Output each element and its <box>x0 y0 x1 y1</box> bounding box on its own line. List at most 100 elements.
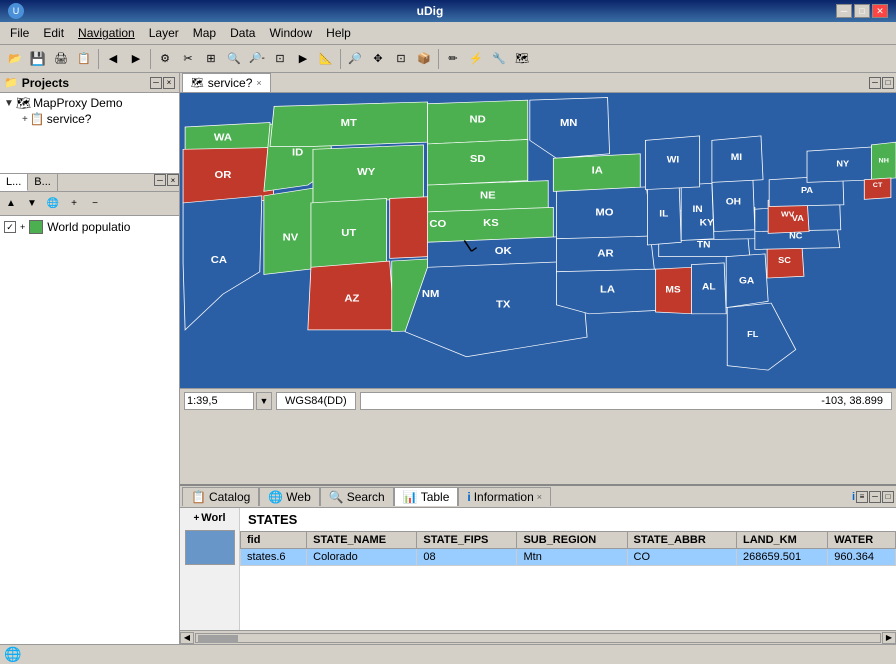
label-NY: NY <box>836 159 849 168</box>
print-btn[interactable]: 🖨 <box>50 48 72 70</box>
style-btn[interactable]: ⚡ <box>465 48 487 70</box>
search-map-btn[interactable]: 🔎 <box>344 48 366 70</box>
table-label: Table <box>421 490 450 504</box>
layers-close-btn[interactable]: × <box>167 174 179 186</box>
bottom-minimize-btn[interactable]: ─ <box>869 491 881 503</box>
tab-layers[interactable]: L... <box>0 174 28 191</box>
info-tab-close[interactable]: × <box>537 492 542 502</box>
map-tab-service[interactable]: 🗺 service? × <box>182 73 271 92</box>
bottom-maximize-btn[interactable]: □ <box>882 491 894 503</box>
save-btn[interactable]: 💾 <box>27 48 49 70</box>
bottom-panel-controls[interactable]: i ≡ ─ □ <box>852 491 894 503</box>
tab-bookmarks[interactable]: B... <box>28 174 58 191</box>
layers-content: ✓ + World populatio <box>0 216 179 644</box>
menu-file[interactable]: File <box>4 24 35 42</box>
new-btn[interactable]: 📂 <box>4 48 26 70</box>
map-tab-close[interactable]: × <box>256 78 261 88</box>
h-scroll-track[interactable] <box>195 633 881 643</box>
map-tab-label: service? <box>208 76 253 90</box>
projects-controls[interactable]: ─ × <box>150 77 175 89</box>
cell-state-fips: 08 <box>417 549 517 566</box>
label-IA: IA <box>592 165 604 176</box>
menu-window[interactable]: Window <box>263 24 318 42</box>
menu-layer[interactable]: Layer <box>143 24 185 42</box>
play-btn[interactable]: ▶ <box>292 48 314 70</box>
us-map-svg[interactable]: WA OR CA NV ID MT WY UT AZ NM CO ND SD N… <box>180 93 896 388</box>
zoom-in-btn[interactable]: 🔍 <box>223 48 245 70</box>
h-scroll-thumb[interactable] <box>198 635 238 643</box>
menu-map[interactable]: Map <box>187 24 222 42</box>
scale-dropdown[interactable]: ▼ <box>256 392 272 410</box>
projects-close-btn[interactable]: × <box>163 77 175 89</box>
expand-icon-service: + <box>22 114 28 125</box>
col-water[interactable]: WATER <box>828 532 896 549</box>
col-state-abbr[interactable]: STATE_ABBR <box>627 532 736 549</box>
layer-web-btn[interactable]: 🌐 <box>43 194 63 214</box>
main-layout: 📁 Projects ─ × ▼ 🗺 MapProxy Demo + 📋 se <box>0 73 896 644</box>
menu-data[interactable]: Data <box>224 24 261 42</box>
label-ID: ID <box>292 147 304 158</box>
settings-btn[interactable]: ⚙ <box>154 48 176 70</box>
layer-add-btn[interactable]: + <box>64 194 84 214</box>
layer-up-btn[interactable]: ▲ <box>1 194 21 214</box>
copy-btn[interactable]: 📋 <box>73 48 95 70</box>
projects-minimize-btn[interactable]: ─ <box>150 77 162 89</box>
cut-btn[interactable]: ✂ <box>177 48 199 70</box>
zoom-sel-btn[interactable]: ⊡ <box>269 48 291 70</box>
scroll-left-btn[interactable]: ◀ <box>180 632 194 644</box>
layers-minimize-btn[interactable]: ─ <box>154 174 166 186</box>
world-expand-icon[interactable]: + <box>193 513 199 524</box>
tree-item-mapproxy[interactable]: ▼ 🗺 MapProxy Demo <box>2 95 177 111</box>
close-btn[interactable]: ✕ <box>872 4 888 18</box>
world-thumbnail[interactable]: + Worl <box>180 508 240 630</box>
scale-input[interactable] <box>184 392 254 410</box>
label-PA: PA <box>801 186 813 195</box>
menu-edit[interactable]: Edit <box>37 24 70 42</box>
label-AL: AL <box>702 282 716 292</box>
zoom-out-btn[interactable]: 🔎- <box>246 48 268 70</box>
edit-geom-btn[interactable]: ✏ <box>442 48 464 70</box>
col-state-name[interactable]: STATE_NAME <box>307 532 417 549</box>
bottom-scrollbar[interactable]: ◀ ▶ <box>180 630 896 644</box>
pan-btn[interactable]: ✥ <box>367 48 389 70</box>
scale-control[interactable]: ▼ <box>184 392 272 410</box>
tab-table[interactable]: 📊 Table <box>394 487 459 506</box>
tab-search[interactable]: 🔍 Search <box>320 487 394 506</box>
layer-expand-icon[interactable]: + <box>20 222 25 232</box>
layer-down-btn[interactable]: ▼ <box>22 194 42 214</box>
forward-btn[interactable]: ▶ <box>125 48 147 70</box>
layer-remove-btn[interactable]: − <box>85 194 105 214</box>
col-state-fips[interactable]: STATE_FIPS <box>417 532 517 549</box>
layer-world-pop[interactable]: ✓ + World populatio <box>2 218 177 236</box>
map-maximize-btn[interactable]: □ <box>882 77 894 89</box>
maximize-btn[interactable]: □ <box>854 4 870 18</box>
layer-checkbox[interactable]: ✓ <box>4 221 16 233</box>
tab-catalog[interactable]: 📋 Catalog <box>182 487 259 506</box>
table-row[interactable]: states.6 Colorado 08 Mtn CO 268659.501 9… <box>241 549 896 566</box>
tab-information[interactable]: i Information × <box>458 487 551 506</box>
minimize-btn[interactable]: ─ <box>836 4 852 18</box>
bottom-list-btn[interactable]: ≡ <box>856 491 868 503</box>
tree-item-service[interactable]: + 📋 service? <box>2 111 177 127</box>
col-land-km[interactable]: LAND_KM <box>736 532 827 549</box>
scroll-right-btn[interactable]: ▶ <box>882 632 896 644</box>
globe-btn[interactable]: 🗺 <box>511 48 533 70</box>
wrench-btn[interactable]: 🔧 <box>488 48 510 70</box>
bottom-panel: 📋 Catalog 🌐 Web 🔍 Search 📊 Table i <box>180 484 896 644</box>
map-view[interactable]: WA OR CA NV ID MT WY UT AZ NM CO ND SD N… <box>180 93 896 388</box>
crs-display[interactable]: WGS84(DD) <box>276 392 356 410</box>
menu-help[interactable]: Help <box>320 24 357 42</box>
fullext-btn[interactable]: ⊞ <box>200 48 222 70</box>
map-minimize-btn[interactable]: ─ <box>869 77 881 89</box>
app-status-icon: 🌐 <box>4 646 21 663</box>
back-btn[interactable]: ◀ <box>102 48 124 70</box>
col-fid[interactable]: fid <box>241 532 307 549</box>
select-btn[interactable]: 📦 <box>413 48 435 70</box>
zoom-box-btn[interactable]: ⊡ <box>390 48 412 70</box>
col-sub-region[interactable]: SUB_REGION <box>517 532 627 549</box>
map-ctrl-btns[interactable]: ─ □ <box>869 77 894 89</box>
menu-navigation[interactable]: Navigation <box>72 24 141 42</box>
tab-web[interactable]: 🌐 Web <box>259 487 319 506</box>
measure-btn[interactable]: 📐 <box>315 48 337 70</box>
window-controls[interactable]: ─ □ ✕ <box>836 4 888 18</box>
